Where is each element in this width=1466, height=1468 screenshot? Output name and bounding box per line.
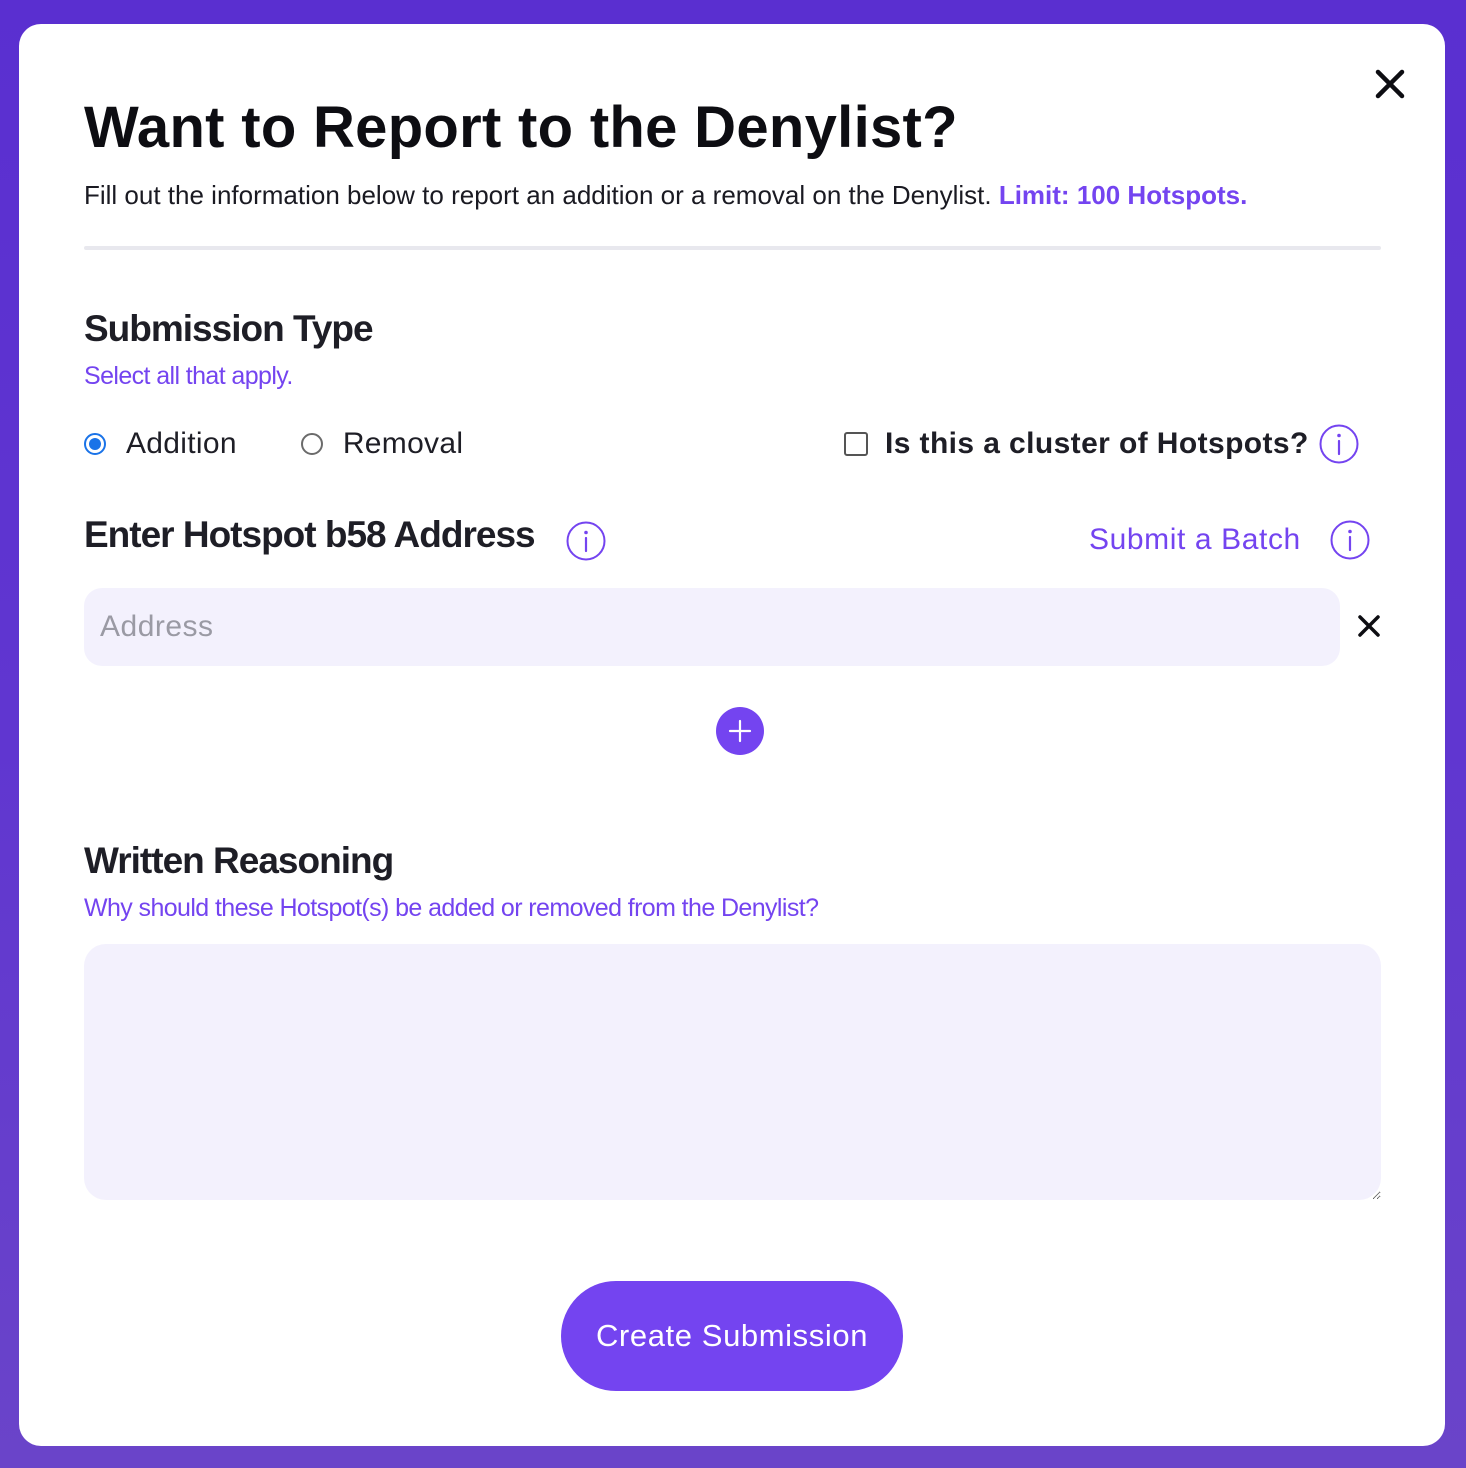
radio-addition[interactable]: Addition <box>84 427 237 461</box>
cluster-checkbox[interactable] <box>844 432 868 456</box>
cluster-label: Is this a cluster of Hotspots? <box>885 427 1309 460</box>
cluster-info-icon[interactable] <box>1319 424 1359 464</box>
modal-subtitle: Fill out the information below to report… <box>84 178 1247 212</box>
plus-icon <box>728 719 752 743</box>
radio-addition-indicator[interactable] <box>84 433 106 455</box>
close-icon[interactable] <box>1372 66 1408 102</box>
add-address-button[interactable] <box>716 707 764 755</box>
cluster-option: Is this a cluster of Hotspots? <box>844 422 1359 466</box>
written-reasoning-hint: Why should these Hotspot(s) be added or … <box>84 894 819 922</box>
hotspot-info-icon[interactable] <box>566 521 606 561</box>
limit-text: Limit: 100 Hotspots. <box>998 180 1248 210</box>
hotspot-address-heading: Enter Hotspot b58 Address <box>84 514 536 555</box>
reasoning-textarea[interactable] <box>84 944 1381 1200</box>
subtitle-text: Fill out the information below to report… <box>84 180 992 210</box>
divider <box>84 246 1381 250</box>
create-submission-button[interactable]: Create Submission <box>561 1281 903 1391</box>
written-reasoning-heading: Written Reasoning <box>84 840 394 881</box>
radio-removal-label: Removal <box>342 427 464 460</box>
remove-address-icon[interactable] <box>1355 612 1383 640</box>
submit-batch-link[interactable]: Submit a Batch <box>1089 520 1301 560</box>
radio-removal-indicator[interactable] <box>300 433 323 455</box>
radio-addition-label: Addition <box>126 427 237 460</box>
submission-type-hint: Select all that apply. <box>84 362 293 390</box>
batch-info-icon[interactable] <box>1330 520 1370 560</box>
modal-title: Want to Report to the Denylist? <box>84 95 958 160</box>
submission-type-heading: Submission Type <box>84 308 374 349</box>
address-input[interactable] <box>84 588 1340 666</box>
submission-type-radio-group: Addition Removal <box>84 424 463 464</box>
radio-removal[interactable]: Removal <box>300 427 464 461</box>
report-modal: Want to Report to the Denylist? Fill out… <box>19 24 1445 1446</box>
